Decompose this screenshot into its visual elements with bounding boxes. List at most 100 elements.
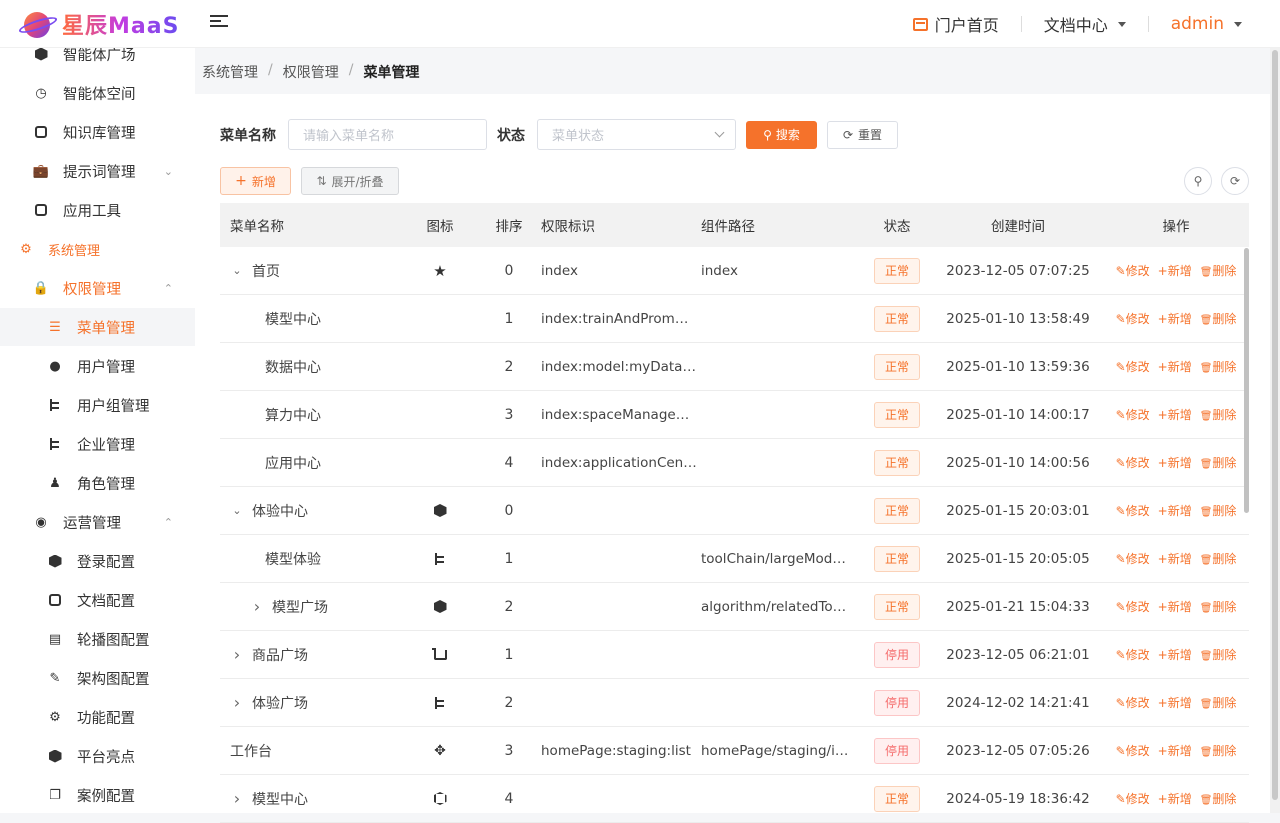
sidebar-item[interactable]: ♟ 角色管理 bbox=[0, 464, 195, 502]
reset-button[interactable]: ⟳ 重置 bbox=[827, 120, 898, 149]
operations-cell: ✎修改 +新增 🗑删除 bbox=[1103, 310, 1249, 327]
edit-button[interactable]: ✎修改 bbox=[1116, 598, 1150, 615]
divider bbox=[1020, 16, 1022, 32]
sidebar-item[interactable]: ▤ 轮播图配置 bbox=[0, 620, 195, 658]
edit-button[interactable]: ✎修改 bbox=[1116, 310, 1150, 327]
chevron-down-icon[interactable]: ⌄ bbox=[230, 504, 244, 517]
sidebar-item[interactable]: 💼 提示词管理 ⌄ bbox=[0, 152, 195, 190]
edit-button[interactable]: ✎修改 bbox=[1116, 646, 1150, 663]
expand-collapse-button[interactable]: ⇅ 展开/折叠 bbox=[301, 167, 399, 195]
status-select[interactable]: 菜单状态 bbox=[537, 119, 736, 150]
add-child-button[interactable]: +新增 bbox=[1158, 358, 1192, 375]
breadcrumb-item[interactable]: 权限管理 bbox=[283, 62, 339, 82]
sidebar-item[interactable]: 企业管理 bbox=[0, 425, 195, 463]
hexagon-icon bbox=[47, 553, 63, 569]
menu-name-cell: 模型体验 bbox=[220, 549, 403, 569]
add-child-button[interactable]: +新增 bbox=[1158, 454, 1192, 471]
add-child-button[interactable]: +新增 bbox=[1158, 790, 1192, 807]
trash-icon: 🗑 bbox=[1199, 699, 1213, 710]
column-header: 排序 bbox=[495, 219, 523, 235]
add-child-button[interactable]: +新增 bbox=[1158, 694, 1192, 711]
menu-name-input[interactable]: 请输入菜单名称 bbox=[288, 119, 487, 150]
edit-button[interactable]: ✎修改 bbox=[1116, 550, 1150, 567]
plus-icon: + bbox=[1157, 792, 1168, 806]
delete-button[interactable]: 🗑删除 bbox=[1200, 406, 1237, 423]
sidebar-item[interactable]: 应用工具 bbox=[0, 191, 195, 229]
sidebar-item[interactable]: ☰ 菜单管理 bbox=[0, 308, 195, 346]
logo[interactable]: 星辰MaaS bbox=[17, 8, 179, 40]
search-button[interactable]: ⚲ 搜索 bbox=[746, 120, 817, 149]
user-dropdown[interactable]: admin bbox=[1171, 14, 1242, 34]
chevron-right-icon[interactable]: › bbox=[230, 693, 244, 712]
delete-button[interactable]: 🗑删除 bbox=[1200, 598, 1237, 615]
refresh-button[interactable]: ⟳ bbox=[1221, 167, 1249, 195]
portal-link[interactable]: 门户首页 bbox=[912, 12, 999, 36]
menu-collapse-icon[interactable] bbox=[210, 15, 228, 33]
add-child-button[interactable]: +新增 bbox=[1158, 502, 1192, 519]
sidebar-item[interactable]: ● 用户管理 bbox=[0, 347, 195, 385]
component-path-cell: index bbox=[701, 262, 738, 279]
scrollbar-thumb[interactable] bbox=[1272, 50, 1278, 800]
edit-button[interactable]: ✎修改 bbox=[1116, 502, 1150, 519]
menu-name-cell: 数据中心 bbox=[220, 357, 403, 377]
add-child-button[interactable]: +新增 bbox=[1158, 310, 1192, 327]
add-child-button[interactable]: +新增 bbox=[1158, 406, 1192, 423]
add-child-button[interactable]: +新增 bbox=[1158, 646, 1192, 663]
toggle-search-button[interactable]: ⚲ bbox=[1184, 167, 1212, 195]
add-child-button[interactable]: +新增 bbox=[1158, 742, 1192, 759]
edit-button[interactable]: ✎修改 bbox=[1116, 262, 1150, 279]
add-child-button[interactable]: +新增 bbox=[1158, 550, 1192, 567]
page-scrollbar[interactable] bbox=[1270, 48, 1280, 813]
edit-button[interactable]: ✎修改 bbox=[1116, 790, 1150, 807]
delete-button[interactable]: 🗑删除 bbox=[1200, 454, 1237, 471]
sidebar-item-label: 登录配置 bbox=[77, 554, 135, 571]
table-row: 数据中心 2 index:model:myData… 正常 2025-01-10 13:… bbox=[220, 343, 1249, 391]
edit-button[interactable]: ✎修改 bbox=[1116, 742, 1150, 759]
sidebar-item[interactable]: ⚙ 系统管理 bbox=[0, 230, 195, 268]
add-button[interactable]: + 新增 bbox=[220, 167, 291, 195]
add-child-button[interactable]: +新增 bbox=[1158, 598, 1192, 615]
sidebar-item[interactable]: ◷ 智能体空间 bbox=[0, 74, 195, 112]
sidebar-item[interactable]: ✎ 架构图配置 bbox=[0, 659, 195, 697]
sort-icon: ⇅ bbox=[316, 174, 327, 188]
sidebar-item[interactable]: ⚙ 功能配置 bbox=[0, 698, 195, 736]
delete-button[interactable]: 🗑删除 bbox=[1200, 550, 1237, 567]
delete-button[interactable]: 🗑删除 bbox=[1200, 262, 1237, 279]
delete-button[interactable]: 🗑删除 bbox=[1200, 646, 1237, 663]
add-child-button[interactable]: +新增 bbox=[1158, 262, 1192, 279]
permission-cell: homePage:staging:list bbox=[541, 742, 691, 759]
chevron-right-icon[interactable]: › bbox=[250, 597, 264, 616]
sidebar-item[interactable]: 文档配置 bbox=[0, 581, 195, 619]
pencil-icon: ✎ bbox=[1115, 600, 1126, 614]
chevron-down-icon[interactable]: ⌄ bbox=[230, 264, 244, 277]
sidebar-item[interactable]: 登录配置 bbox=[0, 542, 195, 580]
delete-button[interactable]: 🗑删除 bbox=[1200, 694, 1237, 711]
plus-icon: + bbox=[1157, 696, 1168, 710]
menu-table: 菜单名称 图标 排序 权限标识 组件路径 状态 创建时间 操作 ⌄ 首页 ★ 0 ind… bbox=[220, 203, 1249, 823]
edit-button[interactable]: ✎修改 bbox=[1116, 358, 1150, 375]
table-scrollbar[interactable] bbox=[1244, 248, 1249, 513]
sidebar-item[interactable]: 知识库管理 bbox=[0, 113, 195, 151]
sidebar-item-label: 平台亮点 bbox=[77, 749, 135, 766]
sidebar-item[interactable]: 智能体广场 bbox=[0, 48, 195, 73]
delete-button[interactable]: 🗑删除 bbox=[1200, 310, 1237, 327]
edit-button[interactable]: ✎修改 bbox=[1116, 454, 1150, 471]
delete-button[interactable]: 🗑删除 bbox=[1200, 742, 1237, 759]
order-cell: 2 bbox=[504, 598, 514, 615]
edit-button[interactable]: ✎修改 bbox=[1116, 694, 1150, 711]
plus-icon: + bbox=[1157, 264, 1168, 278]
delete-button[interactable]: 🗑删除 bbox=[1200, 502, 1237, 519]
docs-dropdown[interactable]: 文档中心 bbox=[1044, 12, 1126, 36]
edit-button[interactable]: ✎修改 bbox=[1116, 406, 1150, 423]
sidebar-item[interactable]: ◉ 运营管理 ⌃ bbox=[0, 503, 195, 541]
sidebar-item[interactable]: 用户组管理 bbox=[0, 386, 195, 424]
op-label: 新增 bbox=[1167, 408, 1192, 422]
chevron-right-icon[interactable]: › bbox=[230, 789, 244, 808]
sidebar-item[interactable]: 平台亮点 bbox=[0, 737, 195, 775]
breadcrumb-item[interactable]: 系统管理 bbox=[202, 62, 258, 82]
sidebar-item[interactable]: ❐ 案例配置 bbox=[0, 776, 195, 813]
chevron-right-icon[interactable]: › bbox=[230, 645, 244, 664]
sidebar-item[interactable]: 🔒 权限管理 ⌃ bbox=[0, 269, 195, 307]
delete-button[interactable]: 🗑删除 bbox=[1200, 358, 1237, 375]
delete-button[interactable]: 🗑删除 bbox=[1200, 790, 1237, 807]
